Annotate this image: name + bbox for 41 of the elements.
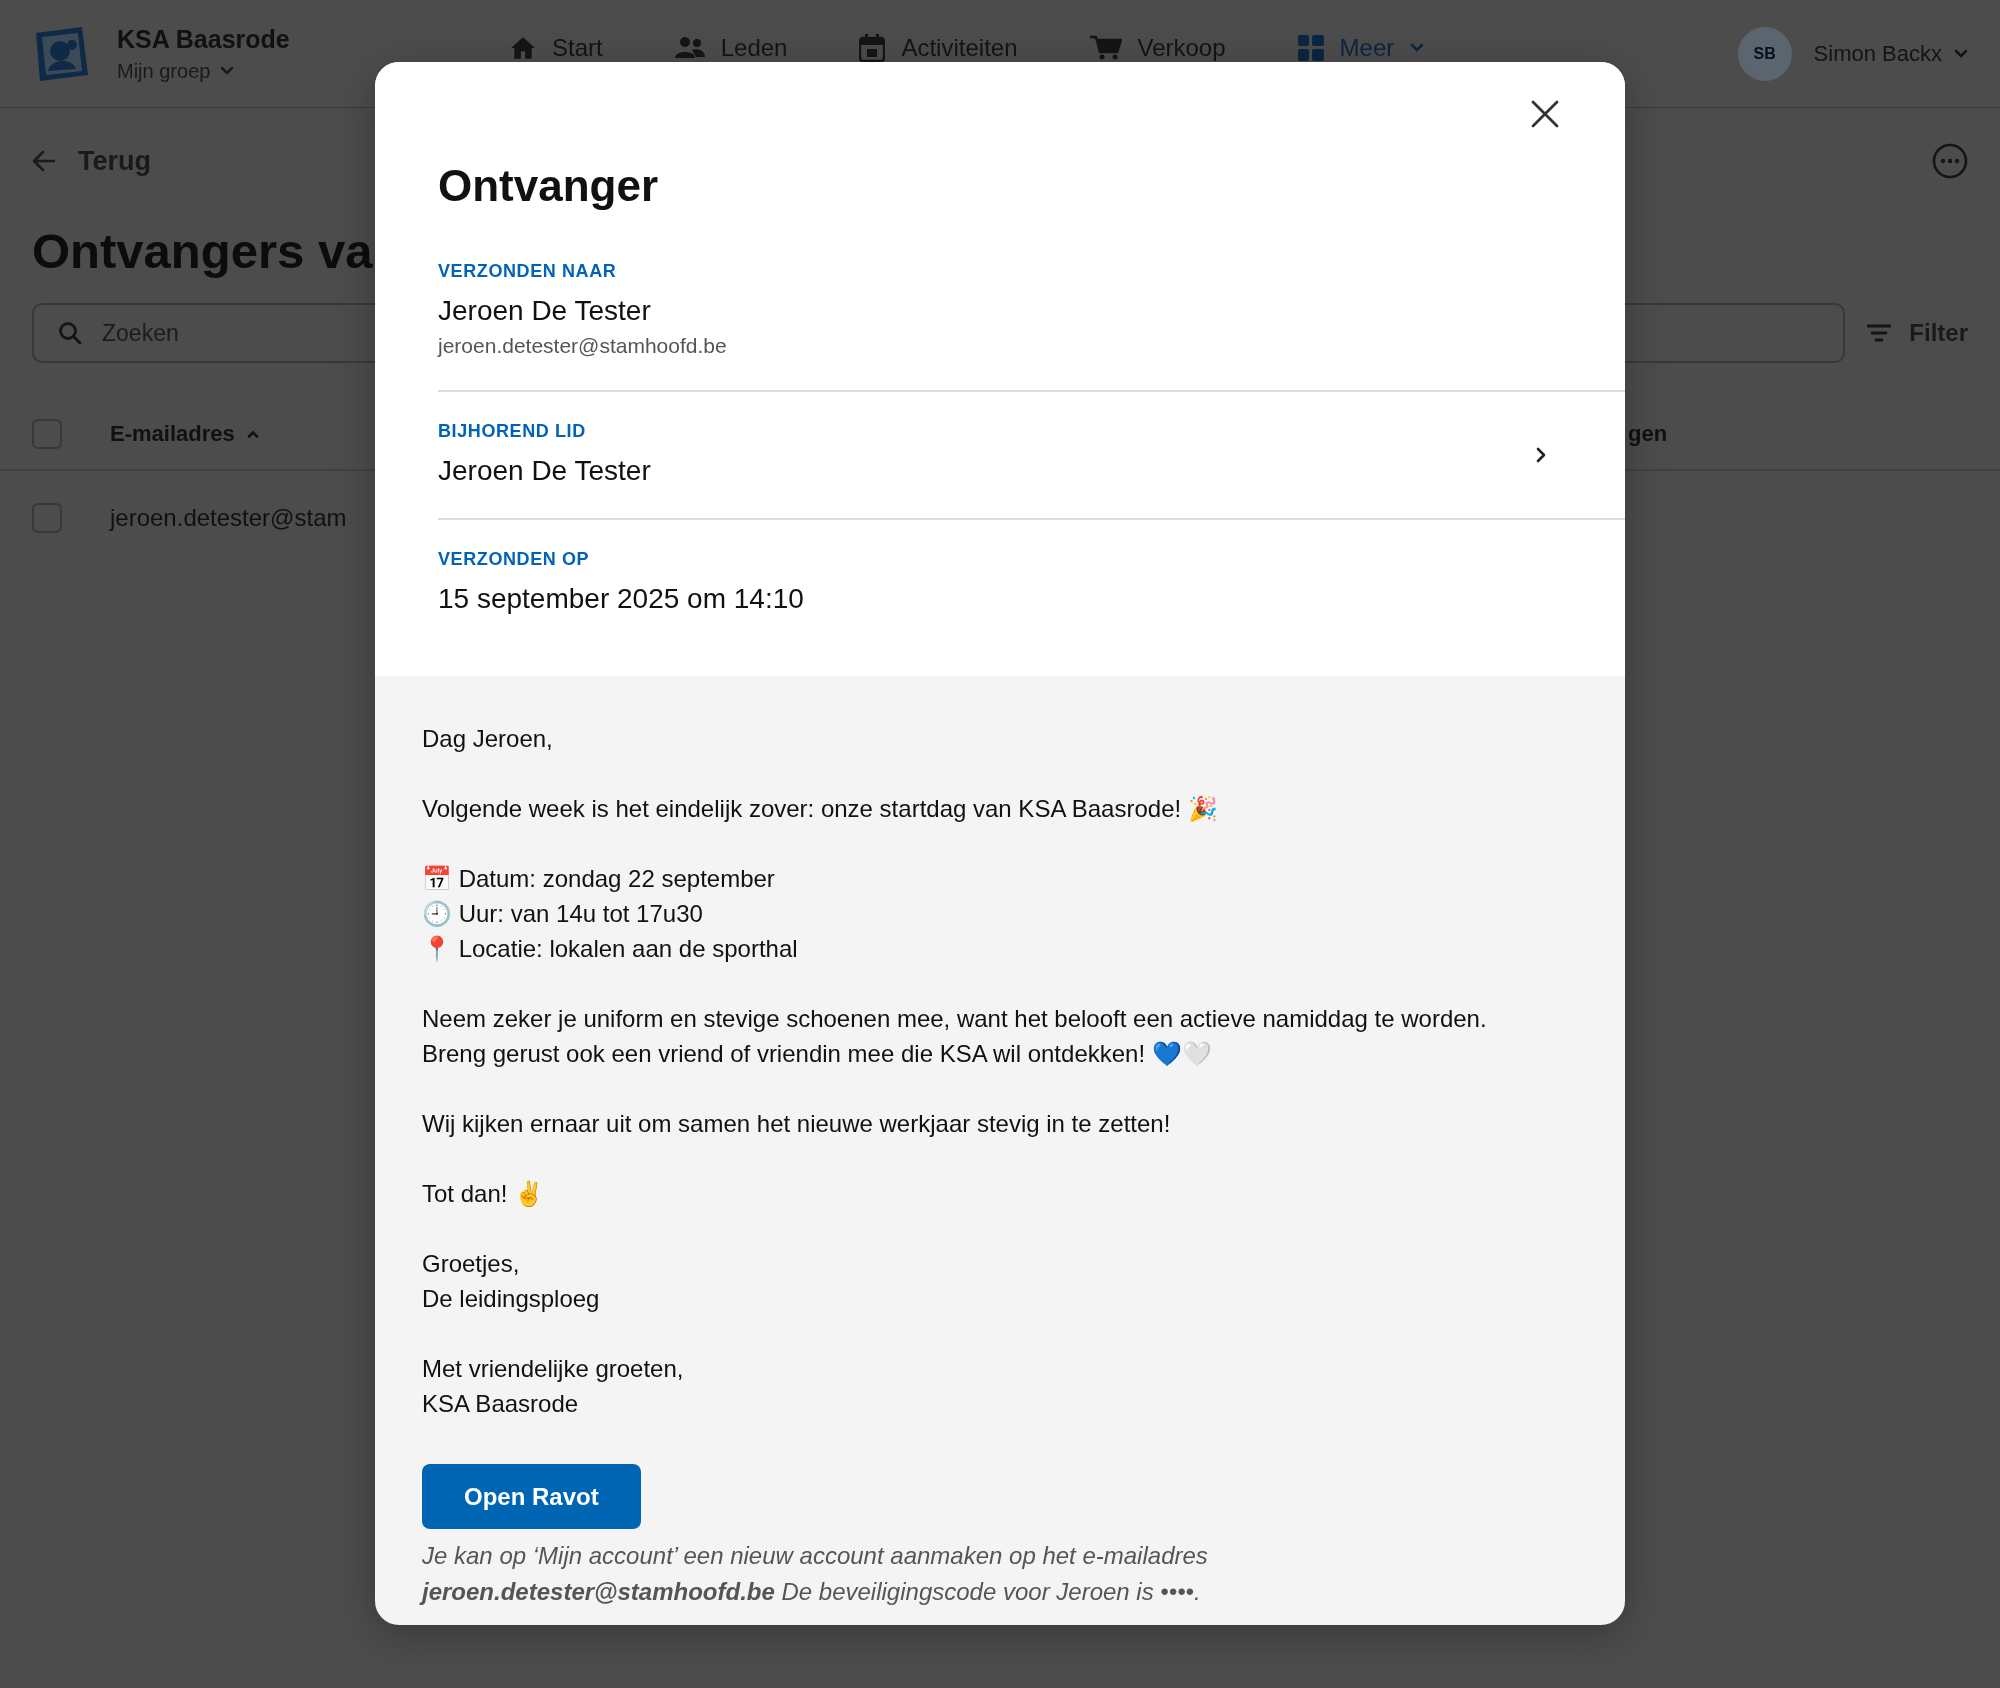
nav-item[interactable]: Leden <box>674 33 788 62</box>
chevron-down-icon <box>220 66 235 76</box>
user-menu[interactable]: Simon Backx <box>1813 40 1968 67</box>
email-paragraph: Groetjes, De leidingsploeg <box>422 1249 601 1314</box>
arrow-left-icon <box>32 150 56 172</box>
field-value: 15 september 2025 om 14:10 <box>438 582 804 616</box>
nav-item[interactable]: Activiteiten <box>859 33 1018 62</box>
nav-item[interactable]: Start <box>510 33 603 62</box>
open-ravot-button[interactable]: Open Ravot <box>422 1464 641 1529</box>
filter-icon <box>1867 324 1892 342</box>
grid-icon <box>1297 34 1324 61</box>
column-header[interactable]: gen <box>1628 421 1668 447</box>
table-cell-text: jeroen.detester@stam <box>110 504 348 532</box>
nav-item[interactable]: Verkoop <box>1089 33 1226 62</box>
modal-title: Ontvanger <box>438 160 660 212</box>
people-icon <box>674 35 705 60</box>
email-paragraph: Met vriendelijke groeten, KSA Baasrode <box>422 1354 685 1419</box>
more-options-icon[interactable] <box>1932 143 1968 179</box>
close-icon <box>1530 99 1560 129</box>
search-icon <box>58 321 82 345</box>
member-link[interactable]: BIJHOREND LID Jeroen De Tester <box>438 392 1625 520</box>
user-avatar[interactable]: SB <box>1737 26 1792 81</box>
email-paragraph: Volgende week is het eindelijk zover: onze startdag van KSA Baasrode! 🎉 <box>422 794 1219 824</box>
field-value: Jeroen De Tester <box>438 294 651 328</box>
email-paragraph: 📅 Datum: zondag 22 september 🕘 Uur: van 14u tot 17u30 📍 Locatie: lokalen aan de sporthal <box>422 864 799 964</box>
cart-icon <box>1089 34 1122 61</box>
column-header[interactable]: E-mailadres <box>110 421 235 447</box>
email-paragraph: Tot dan! ✌ <box>422 1179 546 1209</box>
field-detail: jeroen.detester@stamhoofd.be <box>438 333 727 359</box>
email-paragraph: Dag Jeroen, <box>422 724 554 754</box>
field-label: BIJHOREND LID <box>438 420 586 442</box>
calendar-icon <box>859 33 886 62</box>
email-paragraph: Wij kijken ernaar uit om samen het nieuwe werkjaar stevig in te zetten! <box>422 1109 1172 1139</box>
nav-item[interactable]: Meer <box>1297 33 1425 62</box>
field-value: Jeroen De Tester <box>438 454 651 488</box>
field-label: VERZONDEN NAAR <box>438 260 617 282</box>
email-paragraph: Neem zeker je uniform en stevige schoenen mee, want het belooft een actieve namiddag te worden. Breng gerust ook een vriend of vriendin mee die KSA wil ontdekken! 💙🤍 <box>422 1004 1488 1069</box>
chevron-down-icon <box>1954 48 1968 59</box>
page-title: Ontvangers va <box>32 223 373 280</box>
field-label: VERZONDEN OP <box>438 548 590 570</box>
organization-name: KSA Baasrode <box>117 24 290 54</box>
